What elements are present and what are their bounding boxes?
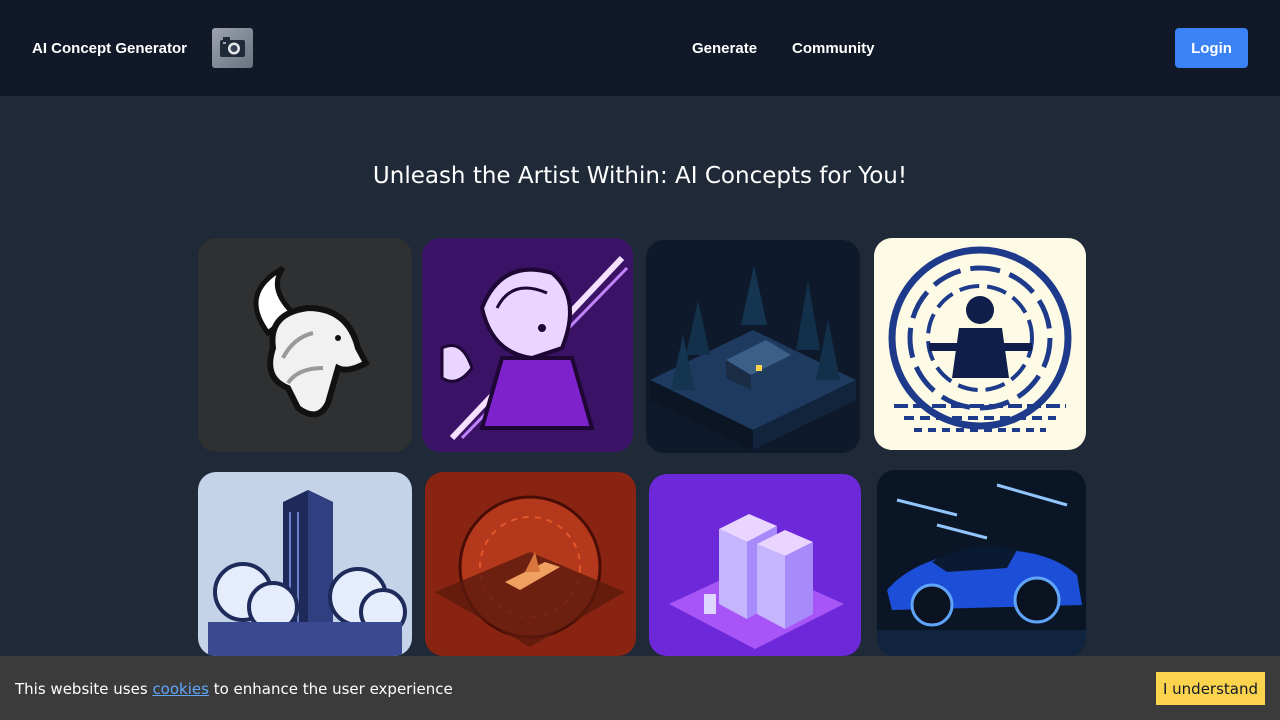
accept-cookies-button[interactable]: I understand <box>1156 672 1265 705</box>
anime-swordsman-image <box>422 238 633 452</box>
forest-cabin-image <box>646 240 860 453</box>
gallery-card-spaceship[interactable] <box>425 472 636 656</box>
goat-logo-image <box>198 238 412 452</box>
skyscraper-clouds-image <box>198 472 412 656</box>
spaceship-planet-image <box>425 472 636 656</box>
brand-name[interactable]: AI Concept Generator <box>32 40 187 57</box>
cookie-message: This website uses cookies to enhance the… <box>15 680 453 698</box>
login-button[interactable]: Login <box>1175 28 1248 68</box>
maze-figure-image <box>874 238 1086 450</box>
navbar: AI Concept Generator Generate Community … <box>0 0 1280 96</box>
gallery-card-skyscraper[interactable] <box>198 472 412 656</box>
gallery-card-goat[interactable] <box>198 238 412 452</box>
server-racks-image <box>649 474 861 656</box>
sports-car-image <box>877 470 1086 656</box>
nav-community[interactable]: Community <box>792 40 875 57</box>
camera-icon[interactable] <box>212 28 253 68</box>
cookie-banner: This website uses cookies to enhance the… <box>0 656 1280 720</box>
gallery-card-car[interactable] <box>877 470 1086 656</box>
gallery-card-cabin[interactable] <box>646 240 860 453</box>
gallery-card-anime[interactable] <box>422 238 633 452</box>
nav-generate[interactable]: Generate <box>692 40 757 57</box>
cookie-text-before: This website uses <box>15 680 153 698</box>
page-title: Unleash the Artist Within: AI Concepts f… <box>372 163 908 189</box>
cookie-text-after: to enhance the user experience <box>208 680 453 698</box>
gallery-card-maze[interactable] <box>874 238 1086 450</box>
gallery-card-servers[interactable] <box>649 474 861 656</box>
cookies-link[interactable]: cookies <box>152 680 209 698</box>
